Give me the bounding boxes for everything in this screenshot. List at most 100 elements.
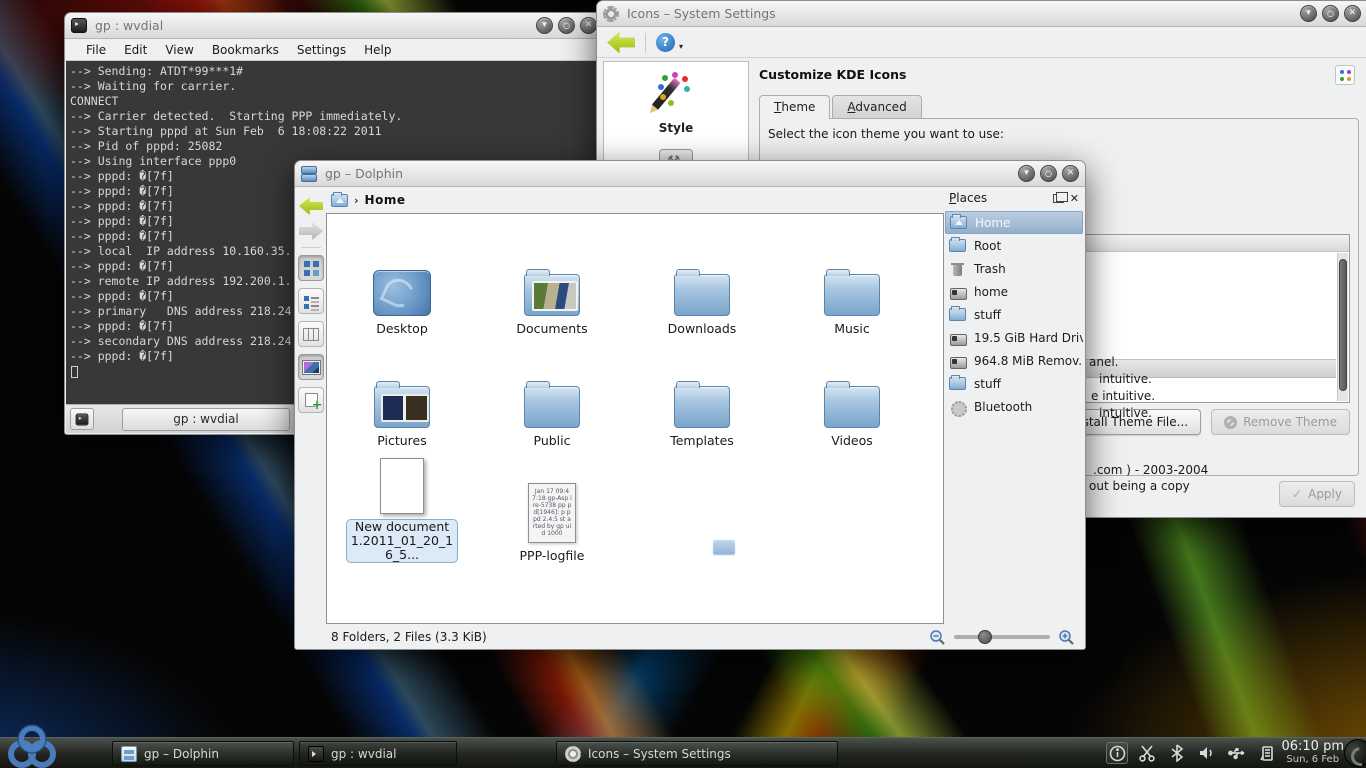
home-folder-icon — [950, 216, 967, 229]
file-item[interactable]: Videos — [777, 336, 927, 448]
konsole-titlebar[interactable]: gp : wvdial — [65, 13, 603, 39]
zoom-slider[interactable] — [954, 635, 1050, 639]
details-view-button[interactable] — [298, 288, 324, 314]
undock-panel-icon[interactable] — [1053, 194, 1064, 203]
forward-arrow-icon[interactable] — [299, 222, 323, 240]
file-item[interactable]: Documents — [477, 224, 627, 336]
back-arrow-icon[interactable] — [607, 32, 635, 54]
file-icon-wrap — [824, 250, 880, 316]
places-item[interactable]: 964.8 MiB Remov... — [945, 349, 1083, 372]
file-item[interactable]: Downloads — [627, 224, 777, 336]
file-item[interactable]: Pictures — [327, 336, 477, 448]
file-item[interactable]: New document 1.2011_01_20_16_5... — [327, 448, 477, 563]
volume-icon[interactable] — [1196, 742, 1218, 764]
tab-strip: Theme Advanced — [759, 95, 922, 119]
maximize-button[interactable] — [558, 17, 575, 34]
new-tab-button[interactable] — [70, 408, 94, 430]
drag-ghost-artifact — [713, 540, 735, 555]
menu-item[interactable]: File — [77, 41, 115, 59]
places-item[interactable]: Bluetooth — [945, 395, 1083, 418]
task-button[interactable]: Icons – System Settings — [556, 741, 838, 766]
file-label: Public — [534, 433, 571, 448]
konsole-tab[interactable]: gp : wvdial — [122, 408, 290, 431]
minimize-button[interactable] — [536, 17, 553, 34]
bluetooth-icon[interactable] — [1166, 742, 1188, 764]
folder-icon — [674, 386, 730, 428]
file-item[interactable]: Music — [777, 224, 927, 336]
system-settings-titlebar[interactable]: Icons – System Settings — [597, 1, 1366, 27]
usb-device-icon[interactable] — [1226, 742, 1248, 764]
places-item[interactable]: 19.5 GiB Hard Drive — [945, 326, 1083, 349]
dolphin-window-icon — [301, 166, 317, 181]
app-launcher-button[interactable] — [2, 722, 64, 768]
zoom-out-icon[interactable] — [929, 629, 946, 646]
toolbar-separator — [301, 247, 321, 248]
file-item[interactable]: Desktop — [327, 224, 477, 336]
sidebar-item-label: Style — [608, 121, 744, 135]
close-button[interactable] — [1062, 165, 1079, 182]
file-preview-text: Jan 17 09:4 7:18 gp-Asp ire-5738 pp pd[1… — [529, 484, 575, 537]
task-button[interactable]: gp – Dolphin — [112, 741, 294, 766]
columns-view-icon — [303, 328, 319, 341]
file-icon-wrap — [524, 362, 580, 428]
places-item[interactable]: stuff — [945, 372, 1083, 395]
maximize-button[interactable] — [1322, 5, 1339, 22]
documents-folder-icon — [524, 274, 580, 316]
places-item-label: Bluetooth — [974, 400, 1032, 414]
menu-item[interactable]: Help — [355, 41, 400, 59]
minimize-button[interactable] — [1018, 165, 1035, 182]
panel-clock[interactable]: 06:10 pm Sun, 6 Feb — [1281, 740, 1344, 766]
list-text-fragment: intuitive. — [1099, 372, 1152, 386]
places-panel: Places ✕ Home Root Trash ho — [945, 189, 1083, 624]
preview-toggle-button[interactable] — [298, 354, 324, 380]
klipper-scissors-icon[interactable] — [1136, 742, 1158, 764]
places-item[interactable]: Root — [945, 234, 1083, 257]
places-item[interactable]: Trash — [945, 257, 1083, 280]
tab-theme[interactable]: Theme — [759, 95, 830, 119]
file-item[interactable]: Jan 17 09:4 7:18 gp-Asp ire-5738 pp pd[1… — [477, 448, 627, 563]
places-item[interactable]: home — [945, 280, 1083, 303]
style-icon — [654, 70, 698, 114]
task-label: Icons – System Settings — [588, 747, 731, 761]
breadcrumb-home[interactable]: Home — [365, 193, 406, 207]
folder-view[interactable]: Desktop Documents Downloads — [326, 213, 944, 624]
file-label: Templates — [670, 433, 734, 448]
help-icon[interactable]: ? — [656, 33, 675, 52]
columns-view-button[interactable] — [298, 321, 324, 347]
zoom-in-icon[interactable] — [1058, 629, 1075, 646]
icons-view-button[interactable] — [298, 255, 324, 281]
menu-item[interactable]: Edit — [115, 41, 156, 59]
file-item[interactable]: Templates — [627, 336, 777, 448]
menu-item[interactable]: Settings — [288, 41, 355, 59]
dolphin-titlebar[interactable]: gp – Dolphin — [295, 161, 1085, 187]
places-item-label: Root — [974, 239, 1001, 253]
trash-icon — [949, 262, 966, 276]
places-item[interactable]: stuff — [945, 303, 1083, 326]
panel-cashew-icon[interactable] — [1344, 739, 1366, 767]
close-button[interactable] — [580, 17, 597, 34]
file-icon-wrap — [674, 250, 730, 316]
places-item[interactable]: Home — [945, 211, 1083, 234]
info-icon[interactable] — [1106, 742, 1128, 764]
close-panel-icon[interactable]: ✕ — [1070, 192, 1079, 205]
menu-item[interactable]: View — [156, 41, 202, 59]
dolphin-window-title: gp – Dolphin — [325, 166, 403, 181]
close-button[interactable] — [1344, 5, 1361, 22]
back-arrow-icon[interactable] — [299, 197, 323, 215]
menu-item[interactable]: Bookmarks — [203, 41, 288, 59]
tab-advanced[interactable]: Advanced — [832, 95, 921, 119]
window-dolphin: gp – Dolphin › Home — [294, 160, 1086, 650]
desktop-icon — [373, 270, 431, 316]
file-icon-wrap — [380, 448, 424, 514]
minimize-button[interactable] — [1300, 5, 1317, 22]
task-button[interactable]: gp : wvdial — [299, 741, 457, 766]
maximize-button[interactable] — [1040, 165, 1057, 182]
split-view-button[interactable] — [298, 387, 324, 413]
file-item[interactable]: Public — [477, 336, 627, 448]
battery-icon[interactable] — [1256, 742, 1278, 764]
sidebar-item-style[interactable]: Style — [604, 62, 748, 141]
zoom-slider-handle[interactable] — [978, 630, 992, 644]
folder-icon — [674, 274, 730, 316]
home-folder-icon[interactable] — [331, 194, 348, 207]
list-text-fragment: anel. — [1089, 355, 1119, 369]
